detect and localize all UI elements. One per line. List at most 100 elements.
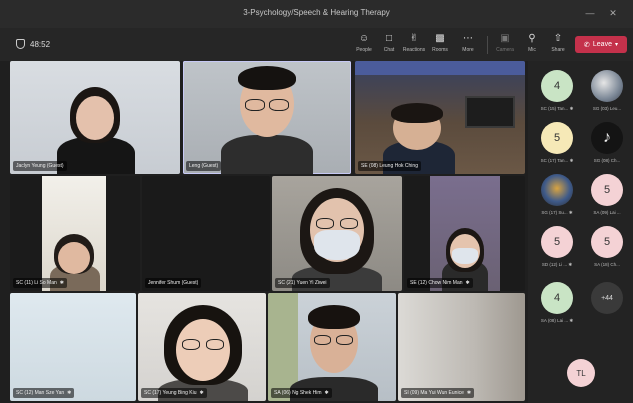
avatar-initial: 5 (603, 184, 611, 196)
participant-name: SA (06) Ng Shek Him ✱ (271, 388, 332, 398)
avatar-label: SC (17) Tan... ✱ (535, 158, 579, 164)
avatar-label-text: SA (08) Lai ... (540, 318, 569, 323)
share-button[interactable]: ⇧ Share (545, 31, 571, 59)
reactions-icon: ✌ (409, 33, 419, 44)
self-avatar[interactable]: TL (567, 359, 595, 387)
video-tile[interactable]: Jaclyn Yeung (Guest) (10, 61, 180, 174)
participant-avatar-photo[interactable]: ♪ (591, 122, 623, 154)
more-button[interactable]: ⋯ More (455, 31, 481, 59)
participant-name-text: SC (21) Yuen Yi Ziwei (278, 280, 327, 286)
avatar-initial: 4 (553, 80, 561, 92)
video-tile-active-speaker[interactable]: Leng (Guest) (183, 61, 351, 174)
rooms-button[interactable]: ▩ Rooms (427, 31, 453, 59)
participant-name-text: SI (09) Ma Yui Wun Eunice (404, 390, 464, 396)
video-tile[interactable]: SC (11) Li So Man ✱ (10, 176, 140, 291)
mic-muted-icon: ✱ (67, 390, 72, 396)
participant-avatar[interactable]: 5 (591, 174, 623, 206)
avatar-label: SA (08) Lai ... ✱ (535, 318, 579, 324)
participant-name-text: SA (06) Ng Shek Him (274, 390, 322, 396)
mic-muted-icon: ✱ (59, 280, 64, 286)
share-icon: ⇧ (553, 33, 563, 44)
more-icon: ⋯ (463, 33, 473, 44)
camera-button[interactable]: ▣ Camera (492, 31, 518, 59)
avatar-initial: 5 (553, 236, 561, 248)
mic-label: Mic (528, 47, 536, 53)
more-participants-button[interactable]: +44 (591, 282, 623, 314)
participant-name: SI (09) Ma Yui Wun Eunice ✱ (401, 388, 475, 398)
mic-muted-icon: ✱ (568, 262, 573, 267)
chat-icon: □ (385, 33, 393, 44)
leave-button[interactable]: ✆ Leave ▾ (575, 36, 627, 53)
people-button[interactable]: ☺ People (351, 31, 377, 59)
mic-muted-icon: ✱ (199, 390, 204, 396)
mic-muted-icon: ✱ (465, 280, 470, 286)
close-icon[interactable]: ✕ (606, 6, 620, 20)
mic-muted-icon: ✱ (466, 390, 472, 396)
avatar-label: SD (12) Li ... ✱ (535, 262, 579, 268)
camera-label: Camera (496, 47, 514, 53)
rooms-icon: ▩ (435, 33, 445, 44)
self-initials: TL (576, 368, 586, 378)
participant-avatar-photo[interactable] (541, 174, 573, 206)
rooms-label: Rooms (432, 47, 448, 53)
video-tile[interactable]: SC (21) Yuen Yi Ziwei (272, 176, 402, 291)
participant-name-text: SE (12) Chow Nim Man (410, 280, 463, 286)
participant-avatar[interactable]: 4 (541, 70, 573, 102)
participant-video (42, 176, 106, 291)
participant-avatar[interactable]: 5 (541, 122, 573, 154)
mic-button[interactable]: ⚲ Mic (519, 31, 545, 59)
avatar-label-text: SG (17) Su... (541, 210, 568, 215)
minimize-icon[interactable]: — (583, 6, 597, 20)
meeting-toolbar: 48:52 ☺ People □ Chat ✌ Reactions ▩ Room… (0, 28, 633, 61)
participant-name-text: SC (12) Man Sze Yan (16, 390, 65, 396)
meeting-timer: 48:52 (16, 39, 50, 49)
mic-muted-icon: ✱ (568, 210, 573, 215)
shield-icon (16, 39, 25, 49)
participant-name: SC (17) Yeung Bing Kiu ✱ (141, 388, 207, 398)
more-label: More (462, 47, 474, 53)
avatar-label-text: SC (15) Tan... (540, 106, 569, 111)
chat-button[interactable]: □ Chat (376, 31, 402, 59)
participant-avatar[interactable]: 5 (541, 226, 573, 258)
avatar-initial: 5 (603, 236, 611, 248)
video-tile[interactable]: SC (17) Yeung Bing Kiu ✱ (138, 293, 266, 401)
participant-video (430, 176, 500, 291)
participant-name-text: SE (08) Leung Hok Ching (361, 163, 418, 169)
participant-avatar-photo[interactable] (591, 70, 623, 102)
mic-muted-icon: ✱ (569, 106, 574, 111)
meeting-title: 3-Psychology/Speech & Hearing Therapy (243, 8, 390, 17)
avatar-label: SA (18) Ch... (585, 262, 629, 267)
phone-icon: ✆ (584, 41, 590, 49)
reactions-button[interactable]: ✌ Reactions (401, 31, 427, 59)
participant-avatar[interactable]: 5 (591, 226, 623, 258)
participant-name-text: Jaclyn Yeung (Guest) (16, 163, 64, 169)
share-label: Share (551, 47, 565, 53)
avatar-label-text: SG (03) Leu... (592, 106, 622, 111)
avatar-label-text: SA (09) Lai ... (593, 210, 621, 215)
chevron-down-icon: ▾ (614, 42, 618, 48)
participant-name: SC (11) Li So Man ✱ (13, 278, 67, 288)
participant-name: SC (21) Yuen Yi Ziwei (275, 278, 330, 288)
participant-name: Leng (Guest) (186, 161, 222, 171)
video-tile[interactable]: SC (12) Man Sze Yan ✱ (10, 293, 136, 401)
camera-off-icon: ▣ (500, 33, 510, 44)
people-label: People (356, 47, 372, 53)
avatar-label-text: SC (17) Tan... (540, 158, 569, 163)
video-tile[interactable]: SE (12) Chow Nim Man ✱ (404, 176, 525, 291)
video-tile[interactable]: SI (09) Ma Yui Wun Eunice ✱ (398, 293, 525, 401)
video-tile[interactable]: SA (06) Ng Shek Him ✱ (268, 293, 396, 401)
avatar-label: SC (15) Tan... ✱ (535, 106, 579, 112)
video-tile[interactable]: SE (08) Leung Hok Ching (355, 61, 525, 174)
video-tile[interactable]: Jennifer Shum (Guest) (142, 176, 270, 291)
avatar-initial: 5 (553, 132, 561, 144)
participant-name-text: Jennifer Shum (Guest) (148, 280, 199, 286)
participant-name-text: SC (17) Yeung Bing Kiu (144, 390, 197, 396)
title-bar: 3-Psychology/Speech & Hearing Therapy — … (0, 0, 633, 28)
mic-muted-icon: ✱ (569, 318, 574, 323)
participant-name: SE (12) Chow Nim Man ✱ (407, 278, 473, 288)
chat-label: Chat (383, 47, 395, 53)
mic-muted-icon: ✱ (324, 390, 329, 396)
avatar-label-text: SG (08) Ch... (593, 158, 621, 163)
participant-avatar[interactable]: 4 (541, 282, 573, 314)
participant-name-text: SC (11) Li So Man (16, 280, 57, 286)
